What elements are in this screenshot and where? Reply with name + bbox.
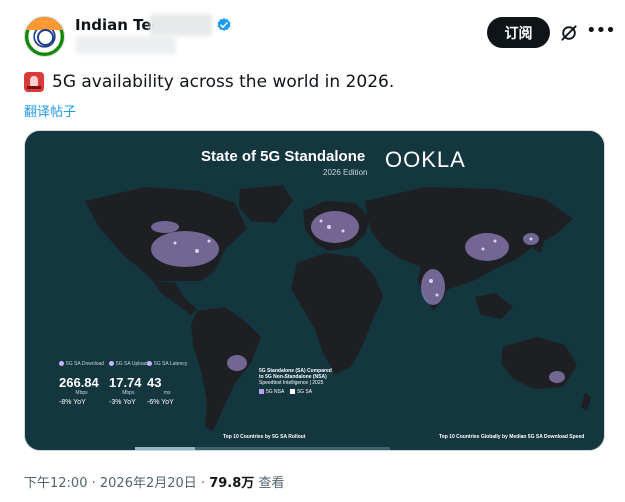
ashoka-chakra-icon <box>37 29 54 46</box>
post-date[interactable]: 2026年2月20日 <box>100 476 197 491</box>
slider-fill <box>135 447 195 450</box>
stat-value: 17.74 <box>109 375 142 390</box>
coverage-australia <box>549 371 565 383</box>
stat-label: 5G SA Download <box>66 361 105 367</box>
author-name[interactable]: Indian Tec <box>75 16 160 34</box>
stat-unit: Mbps <box>122 390 135 396</box>
legend-item-nsa: 5G NSA <box>259 389 284 395</box>
meta-separator: · <box>200 476 206 491</box>
map-legend: 5G Standalone (SA) Compared to 5G Non-St… <box>259 368 337 402</box>
image-title: State of 5G Standalone <box>201 148 366 165</box>
ookla-logo: OOKLA <box>385 147 466 172</box>
stat-upload: 5G SA Upload 17.74 Mbps -3% YoY <box>109 361 148 406</box>
post-meta: 下午12:00 · 2026年2月20日 · 79.8万 查看 <box>24 472 284 491</box>
post-text: 5G availability across the world in 2026… <box>24 72 394 92</box>
coverage-usa <box>151 231 219 267</box>
meta-separator: · <box>91 476 96 491</box>
stat-download: 5G SA Download 266.84 Mbps -8% YoY <box>59 361 104 406</box>
post-time[interactable]: 下午12:00 <box>24 476 87 491</box>
siren-icon <box>24 72 44 92</box>
legend-title: 5G Standalone (SA) Compared to 5G Non-St… <box>259 368 332 380</box>
coverage-europe <box>311 211 359 243</box>
verified-badge-icon <box>217 18 231 31</box>
stat-yoy: -8% YoY <box>59 399 86 406</box>
avatar[interactable] <box>24 16 65 57</box>
more-options-icon[interactable]: ••• <box>586 22 616 43</box>
subscribe-button[interactable]: 订阅 <box>487 17 550 48</box>
post-text-body: 5G availability across the world in 2026… <box>52 72 395 92</box>
coverage-india <box>421 269 445 305</box>
caption-right: Top 10 Countries Globally by Median 5G S… <box>439 434 585 440</box>
stat-unit: Mbps <box>75 390 88 396</box>
translate-post-link[interactable]: 翻译帖子 <box>24 101 76 120</box>
grok-icon[interactable] <box>559 23 579 43</box>
legend-item-sa: 5G SA <box>290 389 312 395</box>
coverage-china <box>465 233 509 261</box>
legend-source: Speedtest Intelligence | 2025 <box>259 380 324 386</box>
stat-yoy: -3% YoY <box>109 399 136 406</box>
caption-left: Top 10 Countries by 5G SA Rollout <box>223 434 306 440</box>
stat-value: 266.84 <box>59 375 99 390</box>
stat-unit: ms <box>163 390 171 396</box>
stat-yoy: -6% YoY <box>147 399 174 406</box>
image-edition: 2026 Edition <box>323 168 368 177</box>
coverage-brazil <box>227 355 247 371</box>
redacted-handle-blur <box>76 36 176 54</box>
coverage-canada <box>151 221 179 233</box>
stat-label: 5G SA Latency <box>154 361 188 367</box>
redacted-name-blur <box>150 14 212 36</box>
stat-latency: 5G SA Latency 43 ms -6% YoY <box>147 361 187 406</box>
post-image[interactable]: State of 5G Standalone 2026 Edition OOKL… <box>24 130 605 451</box>
stat-value: 43 <box>147 375 162 390</box>
views-count[interactable]: 79.8万 <box>209 476 254 491</box>
views-label: 查看 <box>258 476 285 491</box>
stat-label: 5G SA Upload <box>116 361 148 367</box>
